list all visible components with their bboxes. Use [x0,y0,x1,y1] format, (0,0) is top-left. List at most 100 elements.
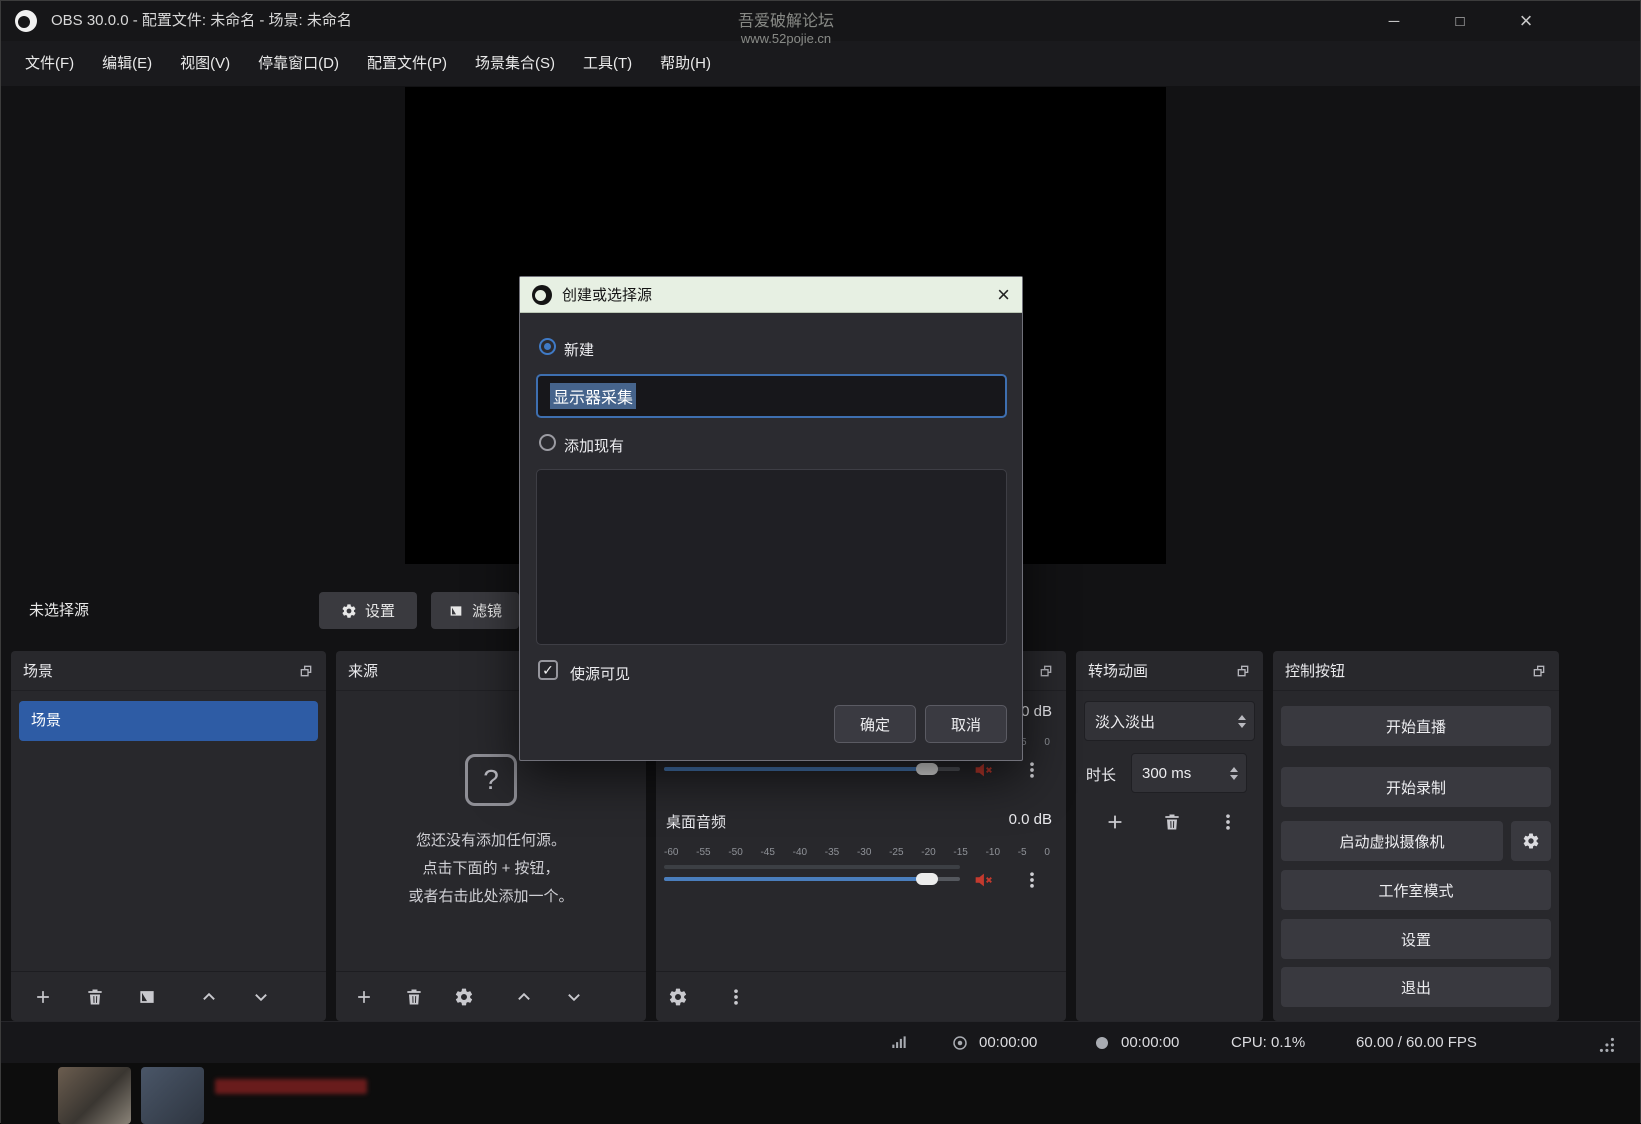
mute-speaker-icon[interactable] [972,869,994,891]
dialog-title: 创建或选择源 [562,284,652,305]
cpu-usage: CPU: 0.1% [1231,1022,1305,1064]
transitions-dock: 转场动画 淡入淡出 时长 300 ms [1076,651,1263,1021]
menu-view[interactable]: 视图(V) [166,41,244,86]
window-title: OBS 30.0.0 - 配置文件: 未命名 - 场景: 未命名 [51,1,352,41]
mixer-channel1-volume-slider[interactable] [664,763,960,775]
remove-source-icon[interactable] [404,987,424,1007]
ok-button[interactable]: 确定 [834,705,916,743]
minimize-button[interactable]: ─ [1371,1,1417,41]
background-thumbnail [58,1067,131,1124]
transition-value: 淡入淡出 [1095,711,1155,732]
popout-icon[interactable] [1235,663,1251,679]
resize-grip[interactable] [1595,1033,1617,1055]
start-recording-button[interactable]: 开始录制 [1281,767,1551,807]
scenes-toolbar [11,971,326,1021]
menubar: 文件(F) 编辑(E) 视图(V) 停靠窗口(D) 配置文件(P) 场景集合(S… [1,41,1640,86]
channel-menu-icon[interactable] [1022,760,1042,780]
empty-sources-line2: 点击下面的 + 按钮， [336,857,646,878]
watermark-line2: www.52pojie.cn [661,31,911,46]
recording-time: 00:00:00 [979,1022,1037,1064]
move-scene-up-icon[interactable] [199,987,219,1007]
slider-handle[interactable] [916,763,938,775]
remove-scene-icon[interactable] [85,987,105,1007]
filter-icon [448,603,464,619]
controls-dock: 控制按钮 开始直播 开始录制 启动虚拟摄像机 工作室模式 设置 退出 [1273,651,1559,1021]
recording-indicator-icon [951,1034,969,1052]
scene-filters-icon[interactable] [137,987,157,1007]
network-signal-icon [889,1033,909,1053]
source-name-input[interactable]: 显示器采集 [536,374,1007,418]
radio-create-new[interactable] [539,338,556,355]
menu-file[interactable]: 文件(F) [11,41,88,86]
create-source-dialog: 创建或选择源 × 新建 显示器采集 添加现有 ✓ 使源可见 确定 取消 [519,276,1023,761]
desktop-strip [1,1063,1640,1124]
virtual-camera-settings-button[interactable] [1511,821,1551,861]
obs-logo-icon [15,10,37,32]
menu-scene-collection[interactable]: 场景集合(S) [461,41,569,86]
create-new-label[interactable]: 新建 [564,339,594,360]
transition-menu-icon[interactable] [1218,812,1238,832]
popout-icon[interactable] [1038,663,1054,679]
existing-sources-list[interactable] [536,469,1007,645]
source-properties-button[interactable]: 设置 [319,592,417,629]
dialog-close-button[interactable]: × [997,284,1010,306]
spinner-arrows-icon[interactable] [1230,767,1238,780]
move-scene-down-icon[interactable] [251,987,271,1007]
menu-edit[interactable]: 编辑(E) [88,41,166,86]
statusbar: 00:00:00 00:00:00 CPU: 0.1% 60.00 / 60.0… [1,1021,1640,1063]
obs-window: OBS 30.0.0 - 配置文件: 未命名 - 场景: 未命名 吾爱破解论坛 … [0,0,1641,1123]
cancel-button[interactable]: 取消 [925,705,1007,743]
channel-menu-icon[interactable] [1022,870,1042,890]
mixer-channel2-volume-slider[interactable] [664,873,960,885]
scenes-dock: 场景 场景 [11,651,326,1021]
transitions-dock-header: 转场动画 [1076,651,1263,691]
add-existing-label[interactable]: 添加现有 [564,435,624,456]
settings-button[interactable]: 设置 [1281,919,1551,959]
remove-transition-icon[interactable] [1162,812,1182,832]
add-transition-icon[interactable] [1104,811,1126,833]
empty-sources-line3: 或者右击此处添加一个。 [336,885,646,906]
menu-tools[interactable]: 工具(T) [569,41,646,86]
popout-icon[interactable] [1531,663,1547,679]
transition-duration-input[interactable]: 300 ms [1131,753,1247,793]
empty-sources-line1: 您还没有添加任何源。 [336,829,646,850]
transition-select[interactable]: 淡入淡出 [1084,701,1255,741]
source-properties-icon[interactable] [454,987,474,1007]
gear-icon [1522,832,1540,850]
menu-docks[interactable]: 停靠窗口(D) [244,41,353,86]
add-source-icon[interactable] [354,987,374,1007]
exit-button[interactable]: 退出 [1281,967,1551,1007]
advanced-audio-gear-icon[interactable] [668,987,688,1007]
start-streaming-button[interactable]: 开始直播 [1281,706,1551,746]
source-filters-button[interactable]: 滤镜 [431,592,519,629]
maximize-button[interactable]: □ [1437,1,1483,41]
popout-icon[interactable] [298,663,314,679]
mixer-menu-icon[interactable] [726,987,746,1007]
gear-icon [341,603,357,619]
mute-speaker-icon[interactable] [972,759,994,781]
move-source-down-icon[interactable] [564,987,584,1007]
menu-help[interactable]: 帮助(H) [646,41,725,86]
radio-add-existing[interactable] [539,434,556,451]
sources-toolbar [336,971,646,1021]
scene-list-item[interactable]: 场景 [19,701,318,741]
no-source-label: 未选择源 [29,592,89,629]
mixer-channel2-scale: -60-55-50-45-40-35-30-25-20-15-10-50 [664,847,1050,858]
source-visible-checkbox[interactable]: ✓ [538,660,558,680]
watermark: 吾爱破解论坛 www.52pojie.cn [661,7,911,46]
spinner-arrows-icon[interactable] [1238,715,1246,728]
start-virtual-camera-button[interactable]: 启动虚拟摄像机 [1281,821,1503,861]
blurred-red-text [215,1079,367,1094]
controls-dock-header: 控制按钮 [1273,651,1559,691]
slider-handle[interactable] [916,873,938,885]
move-source-up-icon[interactable] [514,987,534,1007]
close-button[interactable]: × [1503,1,1549,41]
source-visible-label[interactable]: 使源可见 [570,663,630,684]
source-name-value: 显示器采集 [550,383,636,409]
obs-logo-icon [532,285,552,305]
fps-indicator: 60.00 / 60.00 FPS [1356,1022,1477,1064]
studio-mode-button[interactable]: 工作室模式 [1281,870,1551,910]
add-scene-icon[interactable] [33,987,53,1007]
menu-profile[interactable]: 配置文件(P) [353,41,461,86]
mixer-channel2-name: 桌面音频 [666,811,726,832]
